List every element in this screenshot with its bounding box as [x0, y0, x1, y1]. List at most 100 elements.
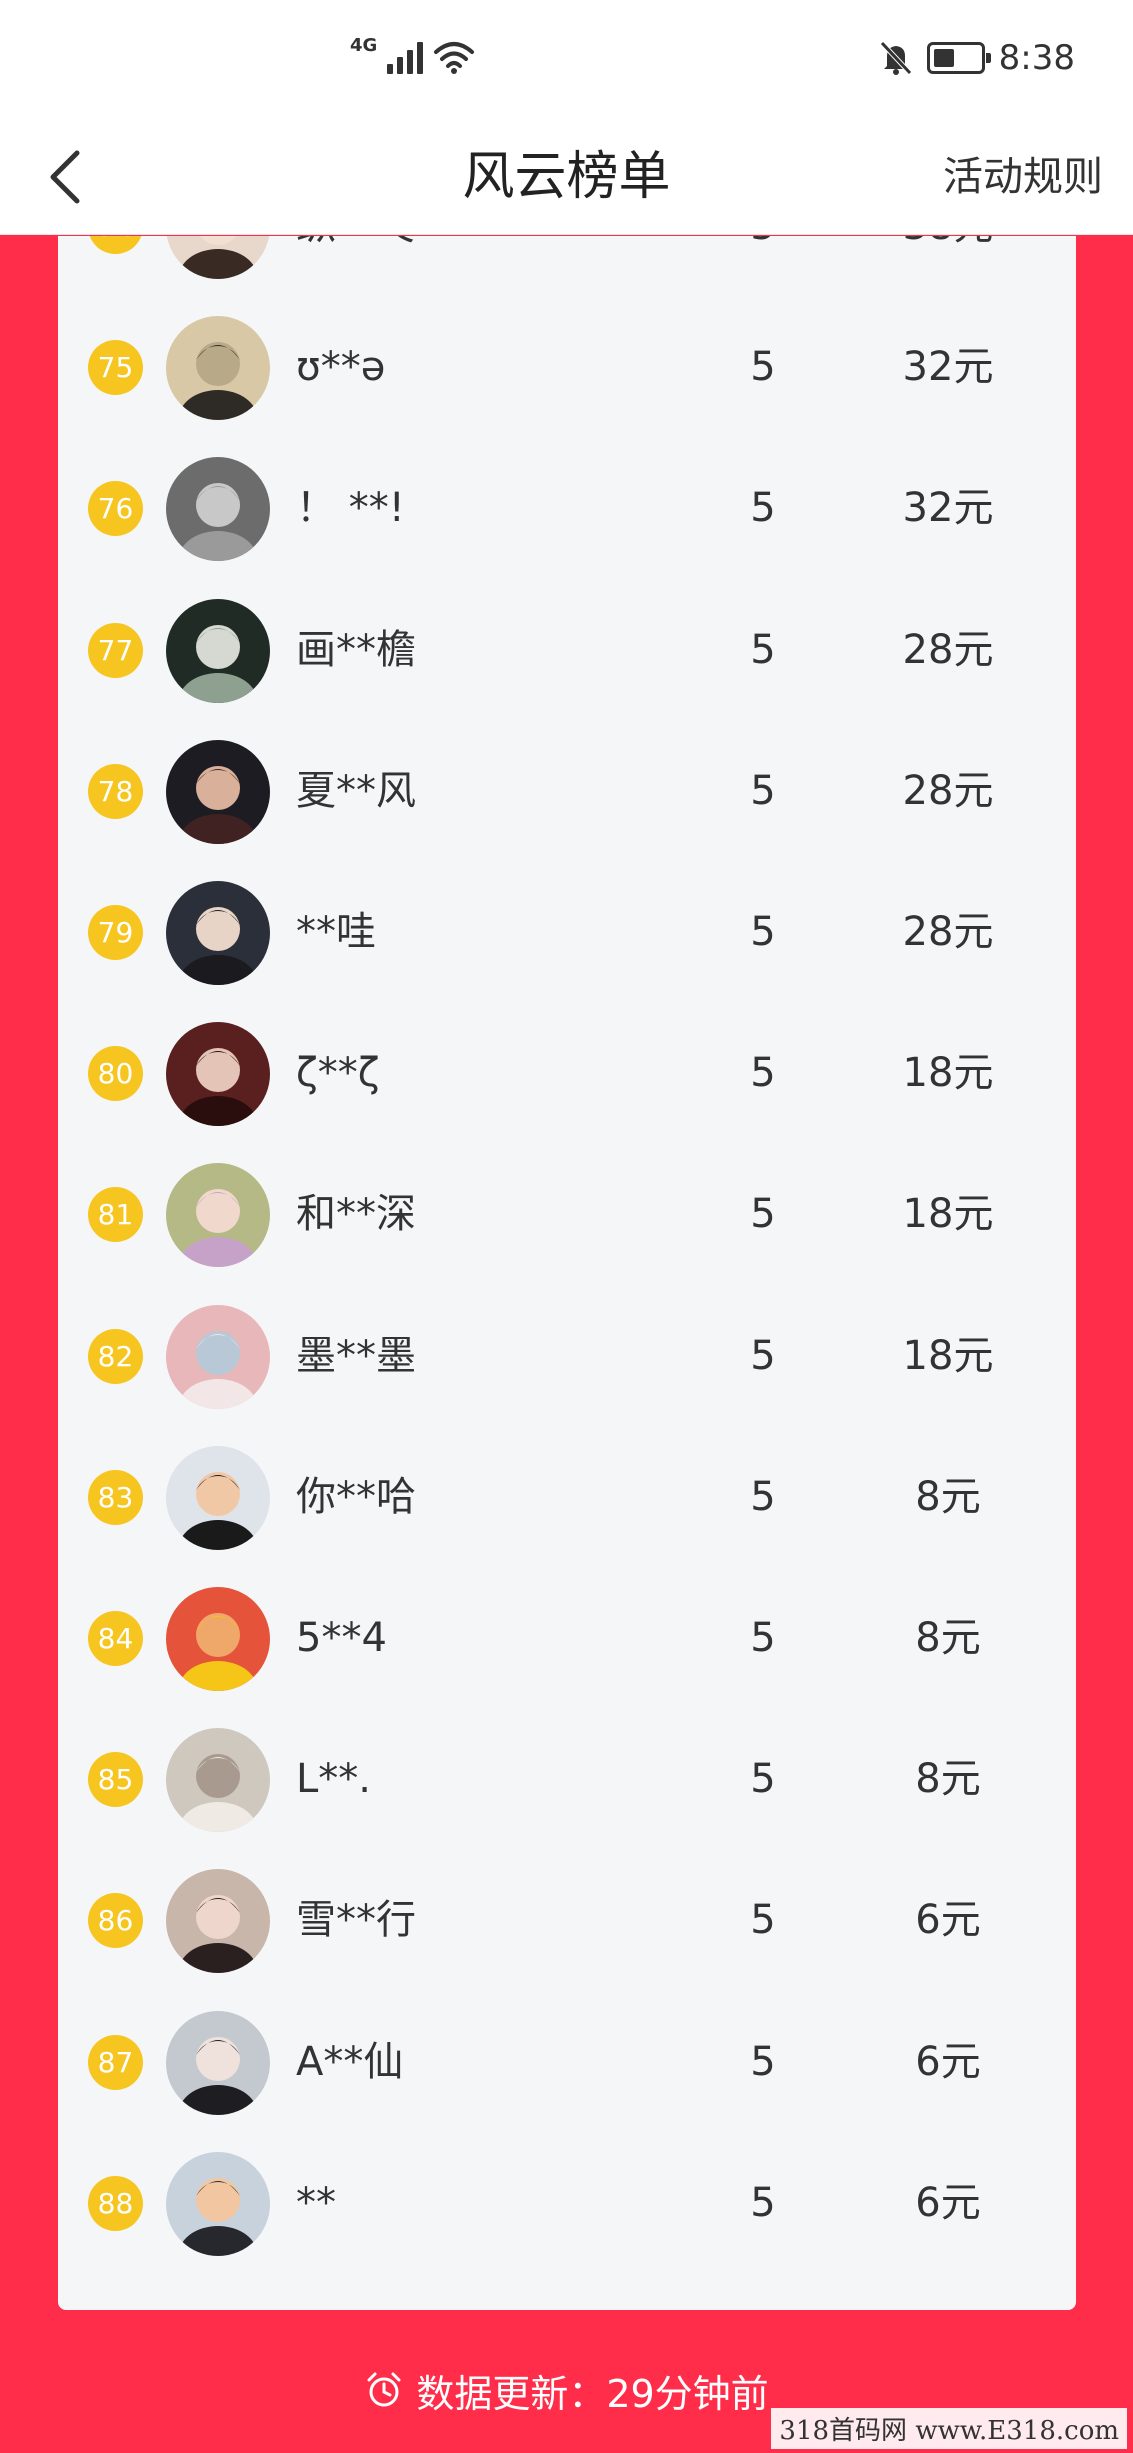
- table-row[interactable]: 85 L**. 5 8元: [58, 1709, 1076, 1850]
- ranking-list: 74 纵**乀 5 38元 75 ʊ**ə 5 32元 76 ！ **! 5 32元 77 画**檐 5 28…: [58, 236, 1076, 2310]
- rank-badge: 81: [88, 1187, 143, 1243]
- avatar[interactable]: [166, 2151, 270, 2256]
- reward-amount: 8元: [915, 1756, 981, 1803]
- user-name: 你**哈: [296, 1473, 416, 1520]
- table-row[interactable]: 86 雪**行 5 6元: [58, 1850, 1076, 1991]
- rank-badge: 77: [88, 622, 143, 678]
- reward-amount: 18元: [902, 1332, 994, 1379]
- score-value: 5: [750, 2179, 776, 2226]
- avatar[interactable]: [166, 316, 270, 421]
- system-status: 8:38: [879, 38, 1075, 78]
- avatar[interactable]: [166, 457, 270, 562]
- wifi-icon: [434, 42, 475, 74]
- reward-amount: 6元: [915, 1897, 981, 1944]
- score-value: 5: [750, 1473, 776, 1520]
- battery-icon: [926, 42, 991, 74]
- table-row[interactable]: 84 5**4 5 8元: [58, 1568, 1076, 1709]
- table-row[interactable]: 75 ʊ**ə 5 32元: [58, 297, 1076, 438]
- user-name: 画**檐: [296, 626, 416, 673]
- user-name: **哇: [296, 909, 376, 955]
- score-value: 5: [750, 626, 776, 673]
- score-value: 5: [750, 1191, 776, 1238]
- signal-icon: [387, 40, 424, 74]
- user-name: A**仙: [296, 2038, 404, 2085]
- avatar[interactable]: [166, 1163, 270, 1268]
- reward-amount: 18元: [902, 1050, 994, 1097]
- activity-rules-link[interactable]: 活动规则: [943, 120, 1103, 235]
- score-value: 5: [750, 485, 776, 532]
- score-value: 5: [750, 1332, 776, 1379]
- rank-badge: 74: [88, 236, 143, 254]
- user-name: ！ **!: [296, 485, 405, 532]
- score-value: 5: [750, 1756, 776, 1803]
- back-button[interactable]: [30, 142, 100, 212]
- score-value: 5: [750, 1897, 776, 1944]
- table-row[interactable]: 78 夏**风 5 28元: [58, 721, 1076, 862]
- table-row[interactable]: 79 **哇 5 28元: [58, 862, 1076, 1003]
- reward-amount: 6元: [915, 2179, 981, 2226]
- avatar[interactable]: [166, 881, 270, 985]
- update-time-text: 数据更新：29分钟前: [416, 2371, 769, 2416]
- avatar[interactable]: [166, 1022, 270, 1127]
- rank-badge: 76: [88, 481, 143, 537]
- avatar[interactable]: [166, 1869, 270, 1974]
- rank-badge: 88: [88, 2175, 143, 2231]
- reward-amount: 6元: [915, 2038, 981, 2085]
- user-name: 5**4: [296, 1615, 387, 1661]
- user-name: 雪**行: [296, 1897, 416, 1944]
- table-row[interactable]: 80 ζ**ζ 5 18元: [58, 1003, 1076, 1144]
- network-label: 4G: [350, 35, 378, 56]
- rank-badge: 87: [88, 2034, 143, 2090]
- screen: 4G 8:38 风云榜单 活动规则 75 ʊ**ə 5 32元 76 ！ **!…: [0, 0, 1133, 2453]
- avatar[interactable]: [166, 1304, 270, 1409]
- rank-badge: 82: [88, 1328, 143, 1384]
- rank-badge: 78: [88, 763, 143, 819]
- user-name: 墨**墨: [296, 1332, 416, 1379]
- nav-header: 风云榜单 活动规则: [0, 120, 1133, 235]
- user-name: ζ**ζ: [296, 1050, 380, 1097]
- rank-badge: 75: [88, 340, 143, 396]
- bell-muted-icon: [879, 41, 912, 75]
- table-row[interactable]: 76 ！ **! 5 32元: [58, 438, 1076, 579]
- user-name: ʊ**ə: [296, 344, 386, 391]
- user-name: 夏**风: [296, 767, 416, 814]
- avatar[interactable]: [166, 236, 270, 279]
- avatar[interactable]: [166, 1587, 270, 1691]
- user-name: L**.: [296, 1756, 371, 1803]
- score-value: 5: [750, 909, 776, 955]
- chevron-left-icon: [50, 150, 80, 204]
- table-row[interactable]: 81 和**深 5 18元: [58, 1144, 1076, 1285]
- reward-amount: 18元: [902, 1191, 994, 1238]
- user-name: 纵**乀: [296, 236, 416, 297]
- table-row[interactable]: 88 ** 5 6元: [58, 2133, 1076, 2274]
- rank-badge: 84: [88, 1611, 143, 1666]
- rank-badge: 86: [88, 1893, 143, 1949]
- score-value: 5: [738, 236, 788, 297]
- reward-amount: 28元: [902, 626, 994, 673]
- user-name: 和**深: [296, 1191, 416, 1238]
- avatar[interactable]: [166, 1445, 270, 1550]
- avatar[interactable]: [166, 739, 270, 844]
- status-time: 8:38: [998, 38, 1075, 78]
- watermark-text: 318首码网 www.E318.com: [771, 2408, 1127, 2449]
- table-row[interactable]: 83 你**哈 5 8元: [58, 1427, 1076, 1568]
- table-row[interactable]: 87 A**仙 5 6元: [58, 1992, 1076, 2133]
- rank-badge: 79: [88, 905, 143, 960]
- user-name: **: [296, 2179, 336, 2226]
- avatar[interactable]: [166, 598, 270, 703]
- avatar[interactable]: [166, 2010, 270, 2115]
- score-value: 5: [750, 1050, 776, 1097]
- network-status: 4G: [350, 35, 475, 74]
- table-row[interactable]: 77 画**檐 5 28元: [58, 580, 1076, 721]
- rank-badge: 80: [88, 1046, 143, 1102]
- reward-amount: 28元: [902, 909, 994, 955]
- reward-amount: 38元: [868, 236, 1028, 297]
- avatar[interactable]: [166, 1728, 270, 1833]
- score-value: 5: [750, 767, 776, 814]
- score-value: 5: [750, 2038, 776, 2085]
- table-row[interactable]: 74 纵**乀 5 38元: [58, 236, 1076, 297]
- reward-amount: 8元: [915, 1615, 981, 1661]
- table-row[interactable]: 82 墨**墨 5 18元: [58, 1286, 1076, 1427]
- rank-badge: 85: [88, 1752, 143, 1808]
- reward-amount: 8元: [915, 1473, 981, 1520]
